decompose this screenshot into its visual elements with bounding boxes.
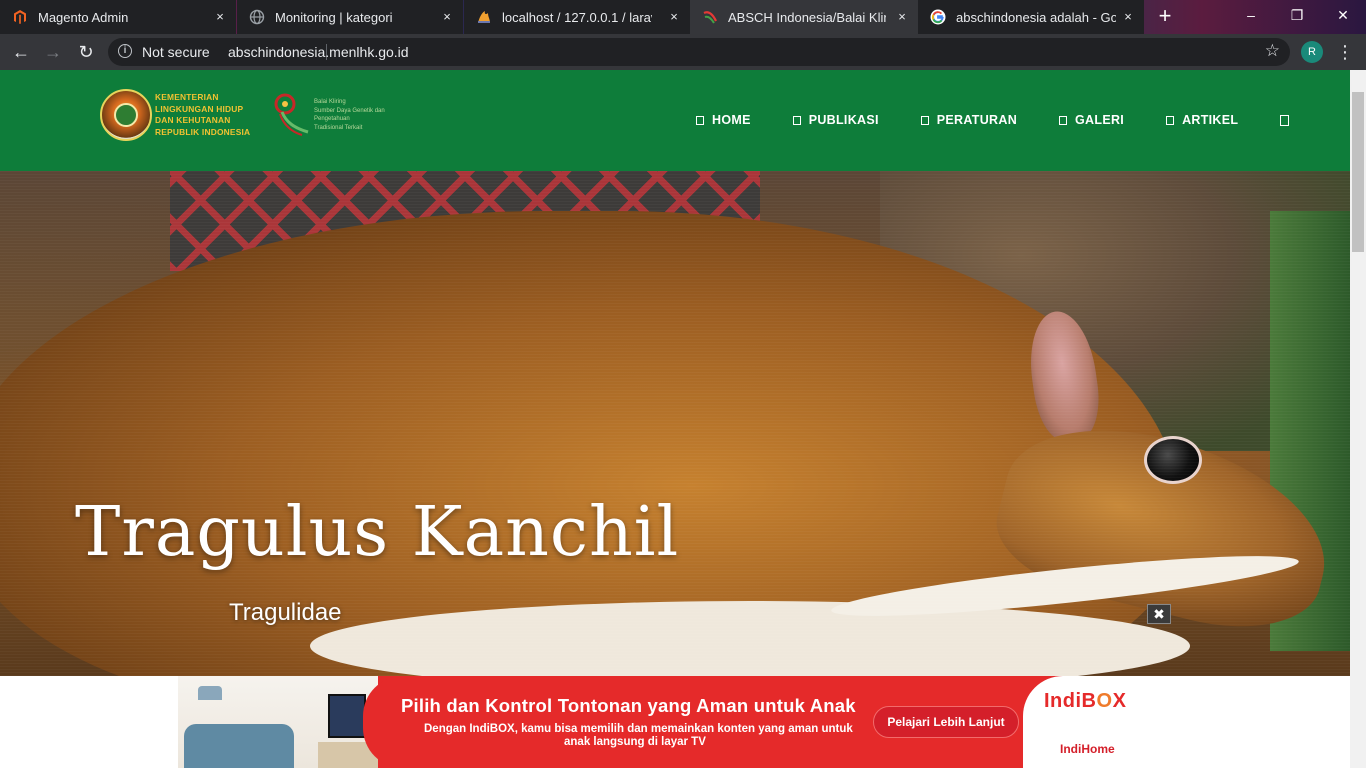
close-window-button[interactable]: ✕ bbox=[1320, 0, 1366, 30]
galeri-icon bbox=[1059, 115, 1068, 125]
hero-slider: Tragulus Kanchil Tragulidae bbox=[0, 171, 1350, 676]
nav-home[interactable]: HOME bbox=[696, 113, 751, 127]
tab-title: abschindonesia adalah - Goog bbox=[956, 9, 1116, 25]
kementerian-seal-icon bbox=[100, 89, 152, 141]
back-button[interactable]: ← bbox=[8, 40, 34, 64]
tab-google-search[interactable]: abschindonesia adalah - Goog × bbox=[918, 0, 1144, 34]
indibox-logo: IndiBOX bbox=[1044, 690, 1127, 712]
site-header: KEMENTERIAN LINGKUNGAN HIDUP DAN KEHUTAN… bbox=[0, 70, 1350, 171]
absch-icon bbox=[702, 9, 718, 25]
nav-galeri[interactable]: GALERI bbox=[1059, 113, 1124, 127]
browser-menu-icon[interactable]: ⋮ bbox=[1336, 40, 1354, 64]
close-tab-icon[interactable]: × bbox=[894, 9, 910, 25]
hero-subtitle: Tragulidae bbox=[229, 599, 342, 626]
ad-headline: Pilih dan Kontrol Tontonan yang Aman unt… bbox=[401, 695, 856, 716]
phpmyadmin-icon bbox=[476, 9, 492, 25]
scrollbar-thumb[interactable] bbox=[1352, 92, 1364, 252]
restore-button[interactable]: ❐ bbox=[1274, 0, 1320, 30]
nav-label: HOME bbox=[712, 113, 751, 127]
tab-monitoring[interactable]: Monitoring | kategori × bbox=[237, 0, 463, 34]
tab-magento-admin[interactable]: Magento Admin × bbox=[0, 0, 236, 34]
nav-label: GALERI bbox=[1075, 113, 1125, 127]
absch-logo[interactable]: Balai Kliring Sumber Daya Genetik dan Pe… bbox=[272, 92, 422, 136]
ad-close-button[interactable]: ✖ bbox=[1147, 604, 1171, 624]
home-icon bbox=[696, 115, 704, 125]
hero-title: Tragulus Kanchil bbox=[75, 493, 680, 572]
tab-title: Monitoring | kategori bbox=[275, 9, 393, 25]
ad-body-line-2: anak langsung di layar TV bbox=[564, 736, 706, 748]
nav-label: ARTIKEL bbox=[1182, 113, 1239, 127]
browser-toolbar: ← → ↻ i Not secure abschindonesia.menlhk… bbox=[0, 34, 1366, 70]
tab-title: ABSCH Indonesia/Balai Kliring bbox=[728, 9, 886, 25]
tab-strip: Magento Admin × Monitoring | kategori × … bbox=[0, 0, 1366, 34]
security-label: Not secure bbox=[142, 44, 210, 60]
url-text[interactable]: abschindonesia.menlhk.go.id bbox=[228, 44, 409, 60]
nav-publikasi[interactable]: PUBLIKASI bbox=[792, 113, 879, 127]
page-scrollbar[interactable] bbox=[1350, 70, 1366, 768]
profile-avatar[interactable]: R bbox=[1301, 41, 1323, 63]
ad-livingroom-image bbox=[178, 676, 378, 768]
address-bar[interactable]: i Not secure abschindonesia.menlhk.go.id… bbox=[108, 38, 1290, 66]
page-viewport: KEMENTERIAN LINGKUNGAN HIDUP DAN KEHUTAN… bbox=[0, 70, 1350, 768]
ad-banner[interactable]: Pilih dan Kontrol Tontonan yang Aman unt… bbox=[178, 676, 1148, 768]
peraturan-icon bbox=[920, 115, 929, 125]
kementerian-logo-text: KEMENTERIAN LINGKUNGAN HIDUP DAN KEHUTAN… bbox=[155, 92, 251, 137]
nav-artikel[interactable]: ARTIKEL bbox=[1166, 113, 1238, 127]
tab-absch[interactable]: ABSCH Indonesia/Balai Kliring × bbox=[690, 0, 918, 34]
close-tab-icon[interactable]: × bbox=[439, 9, 455, 25]
bookmark-star-icon[interactable]: ☆ bbox=[1265, 41, 1280, 61]
lamp-shape bbox=[198, 686, 222, 700]
publikasi-icon bbox=[792, 115, 801, 125]
close-tab-icon[interactable]: × bbox=[666, 9, 682, 25]
indihome-logo: IndiHome bbox=[1060, 742, 1115, 756]
close-tab-icon[interactable]: × bbox=[1120, 9, 1136, 25]
globe-icon bbox=[249, 9, 265, 25]
tab-title: Magento Admin bbox=[38, 9, 129, 25]
sofa-shape bbox=[184, 724, 294, 768]
new-tab-button[interactable]: + bbox=[1152, 4, 1178, 30]
search-icon[interactable] bbox=[1280, 114, 1290, 126]
tv-shape bbox=[328, 694, 366, 738]
nav-label: PERATURAN bbox=[936, 113, 1018, 127]
reload-button[interactable]: ↻ bbox=[73, 40, 99, 64]
nav-label: PUBLIKASI bbox=[808, 113, 879, 127]
tab-title: localhost / 127.0.0.1 / laravel / bbox=[502, 9, 652, 25]
magento-icon bbox=[12, 9, 28, 25]
forward-button[interactable]: → bbox=[40, 40, 66, 64]
nav-peraturan[interactable]: PERATURAN bbox=[920, 113, 1018, 127]
tab-phpmyadmin[interactable]: localhost / 127.0.0.1 / laravel / × bbox=[464, 0, 690, 34]
artikel-icon bbox=[1166, 115, 1175, 125]
absch-logo-text: Balai Kliring Sumber Daya Genetik dan Pe… bbox=[314, 99, 385, 131]
ad-body-line-1: Dengan IndiBOX, kamu bisa memilih dan me… bbox=[424, 723, 853, 735]
google-icon bbox=[930, 9, 946, 25]
main-nav: HOME PUBLIKASI PERATURAN GALERI ARTIKEL bbox=[696, 110, 1290, 130]
minimize-button[interactable]: – bbox=[1228, 0, 1274, 30]
ad-learn-more-button[interactable]: Pelajari Lebih Lanjut bbox=[873, 706, 1019, 738]
bird-logo-icon bbox=[274, 93, 309, 136]
kementerian-logo[interactable]: KEMENTERIAN LINGKUNGAN HIDUP DAN KEHUTAN… bbox=[100, 88, 270, 142]
info-icon[interactable]: i bbox=[118, 44, 132, 58]
hero-texture bbox=[0, 171, 1350, 676]
close-tab-icon[interactable]: × bbox=[212, 9, 228, 25]
